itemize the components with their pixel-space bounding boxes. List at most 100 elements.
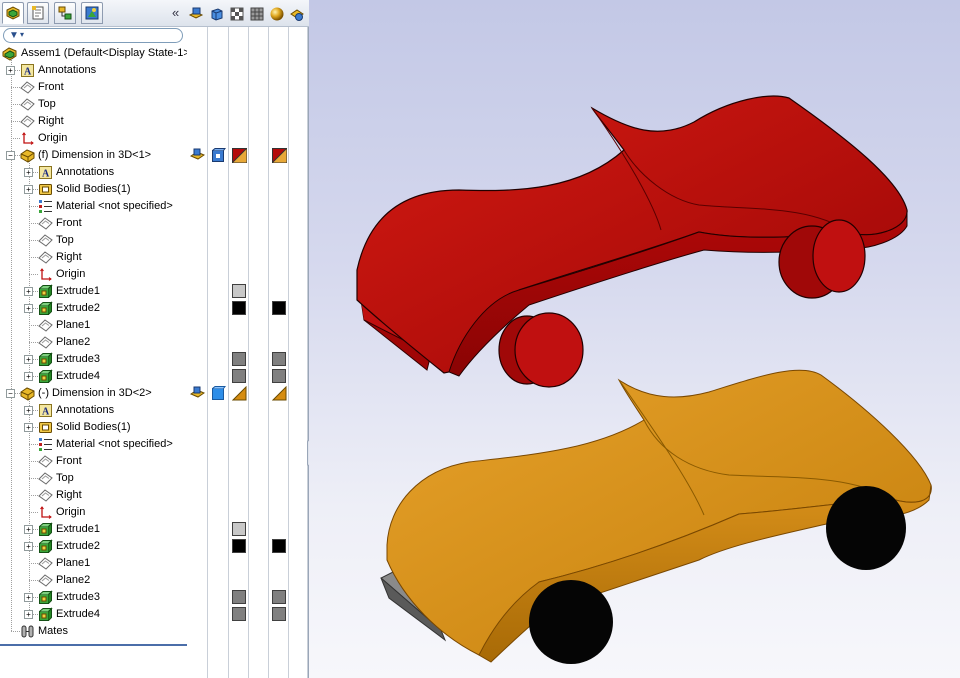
tree-item-mates[interactable]: Mates: [0, 623, 187, 640]
tree-item-label: Origin: [56, 506, 86, 518]
transparency-column-button[interactable]: [228, 5, 246, 23]
hide-show-toggle[interactable]: [190, 148, 205, 163]
display-mode-toggle[interactable]: [211, 148, 226, 163]
expand-toggle[interactable]: +: [24, 406, 33, 415]
feature-color-swatch[interactable]: [232, 369, 246, 383]
display-pane: [187, 27, 308, 678]
feature-color-swatch[interactable]: [232, 607, 246, 621]
tree-item-solid-bodies-1[interactable]: + Solid Bodies(1): [0, 419, 187, 436]
plane-icon: [20, 97, 35, 112]
feature-color-swatch[interactable]: [232, 590, 246, 604]
appearance-swatch[interactable]: [272, 386, 287, 401]
tree-item-origin[interactable]: Origin: [0, 130, 187, 147]
tree-item-front[interactable]: Front: [0, 453, 187, 470]
orange-car-wheel-rear[interactable]: [529, 580, 613, 664]
expand-toggle[interactable]: +: [24, 542, 33, 551]
filter-dropdown-icon[interactable]: ▾: [20, 30, 24, 39]
tree-item-extrude2[interactable]: + Extrude2: [0, 300, 187, 317]
tree-item-top[interactable]: Top: [0, 232, 187, 249]
expand-toggle[interactable]: +: [24, 423, 33, 432]
hide-show-toggle[interactable]: [190, 386, 205, 401]
feature-color-swatch[interactable]: [232, 522, 246, 536]
tree-item-front[interactable]: Front: [0, 215, 187, 232]
expand-toggle[interactable]: +: [24, 525, 33, 534]
tree-item-right[interactable]: Right: [0, 249, 187, 266]
tree-item-top[interactable]: Top: [0, 96, 187, 113]
tree-item-origin[interactable]: Origin: [0, 504, 187, 521]
feature-color-swatch[interactable]: [232, 284, 246, 298]
graphics-viewport[interactable]: [309, 0, 960, 678]
expand-toggle[interactable]: +: [6, 66, 15, 75]
tree-item-top[interactable]: Top: [0, 470, 187, 487]
expand-toggle[interactable]: −: [6, 151, 15, 160]
feature-color-swatch[interactable]: [272, 369, 286, 383]
tree-item-material-not-specified[interactable]: Material <not specified>: [0, 198, 187, 215]
tree-item-label: Annotations: [56, 404, 115, 416]
tree-item-annotations[interactable]: + A Annotations: [0, 62, 187, 79]
tree-item-plane1[interactable]: Plane1: [0, 555, 187, 572]
tree-filter-input[interactable]: ▼ ▾: [3, 28, 183, 43]
tree-item-label: Top: [38, 98, 56, 110]
feature-color-swatch[interactable]: [232, 352, 246, 366]
expand-toggle[interactable]: +: [24, 610, 33, 619]
tree-item-extrude2[interactable]: + Extrude2: [0, 538, 187, 555]
transparency-icon: [230, 7, 244, 21]
expand-toggle[interactable]: +: [24, 372, 33, 381]
expand-toggle[interactable]: +: [24, 593, 33, 602]
tree-root-assembly[interactable]: Assem1 (Default<Display State-1>): [0, 45, 193, 62]
feature-color-swatch[interactable]: [272, 590, 286, 604]
hide-show-column-button[interactable]: [187, 5, 205, 23]
appearance-column-button[interactable]: [268, 5, 286, 23]
tree-item-material-not-specified[interactable]: Material <not specified>: [0, 436, 187, 453]
expand-toggle[interactable]: +: [24, 287, 33, 296]
tree-item-extrude3[interactable]: + Extrude3: [0, 589, 187, 606]
tree-item-label: Extrude1: [56, 285, 101, 297]
expand-toggle[interactable]: +: [24, 304, 33, 313]
tree-item-right[interactable]: Right: [0, 113, 187, 130]
extrude-icon: [38, 607, 53, 622]
feature-color-swatch[interactable]: [232, 301, 246, 315]
tree-item-annotations[interactable]: + A Annotations: [0, 402, 187, 419]
tree-item-plane1[interactable]: Plane1: [0, 317, 187, 334]
property-manager-tab[interactable]: [27, 2, 49, 24]
tree-item-extrude3[interactable]: + Extrude3: [0, 351, 187, 368]
appearance-swatch[interactable]: [232, 386, 247, 401]
feature-manager-tab[interactable]: [2, 2, 24, 24]
expand-toggle[interactable]: +: [24, 355, 33, 364]
expand-toggle[interactable]: +: [24, 185, 33, 194]
collapse-pane-button[interactable]: «: [172, 5, 179, 21]
tree-item-label: Solid Bodies(1): [56, 183, 131, 195]
tree-item-plane2[interactable]: Plane2: [0, 572, 187, 589]
feature-color-swatch[interactable]: [272, 607, 286, 621]
configuration-manager-tab[interactable]: [54, 2, 76, 24]
tree-item-solid-bodies-1[interactable]: + Solid Bodies(1): [0, 181, 187, 198]
feature-color-swatch[interactable]: [272, 301, 286, 315]
tree-item-f-dimension-in-3d-1[interactable]: − (f) Dimension in 3D<1>: [0, 147, 187, 164]
red-car-wheel-rear[interactable]: [498, 312, 584, 388]
expand-toggle[interactable]: +: [24, 168, 33, 177]
extrude-icon: [38, 539, 53, 554]
orange-car-wheel-front[interactable]: [826, 486, 906, 570]
tree-item-right[interactable]: Right: [0, 487, 187, 504]
expand-toggle[interactable]: −: [6, 389, 15, 398]
appearance-swatch[interactable]: [232, 148, 247, 163]
tree-item-front[interactable]: Front: [0, 79, 187, 96]
tree-item-extrude1[interactable]: + Extrude1: [0, 521, 187, 538]
display-manager-tab[interactable]: [81, 2, 103, 24]
tree-item-extrude1[interactable]: + Extrude1: [0, 283, 187, 300]
tree-item-extrude4[interactable]: + Extrude4: [0, 606, 187, 623]
display-mode-toggle[interactable]: [211, 386, 226, 401]
tree-item-plane2[interactable]: Plane2: [0, 334, 187, 351]
tree-item-extrude4[interactable]: + Extrude4: [0, 368, 187, 385]
tree-item-dimension-in-3d-2[interactable]: − (-) Dimension in 3D<2>: [0, 385, 187, 402]
feature-color-swatch[interactable]: [272, 539, 286, 553]
tree-item-label: Extrude4: [56, 370, 101, 382]
feature-color-swatch[interactable]: [232, 539, 246, 553]
feature-color-swatch[interactable]: [272, 352, 286, 366]
texture-column-button[interactable]: [248, 5, 266, 23]
display-mode-column-button[interactable]: [208, 5, 226, 23]
tree-item-annotations[interactable]: + A Annotations: [0, 164, 187, 181]
display-state-column-button[interactable]: [288, 5, 306, 23]
tree-item-origin[interactable]: Origin: [0, 266, 187, 283]
appearance-swatch[interactable]: [272, 148, 287, 163]
